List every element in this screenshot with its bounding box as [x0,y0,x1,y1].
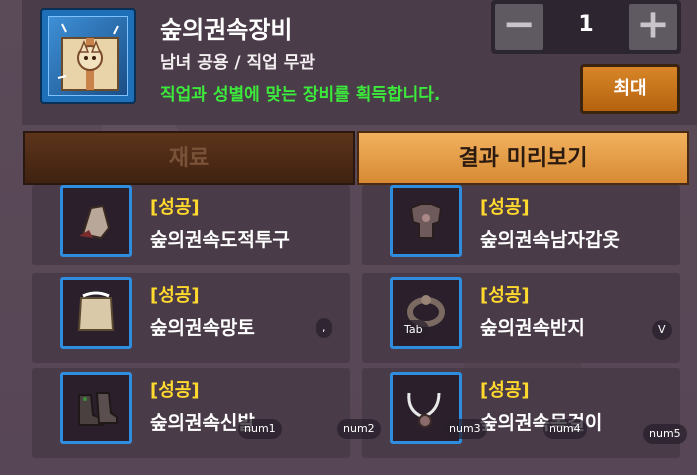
helmet-icon [79,204,111,240]
item-description: 직업과 성별에 맞는 장비를 획득합니다. [160,85,441,105]
key-hint-num4: num4 [543,419,587,439]
quantity-value[interactable]: 1 [547,12,625,37]
tab-result-preview[interactable]: 결과 미리보기 [357,131,689,185]
item-subtitle: 남녀 공용 / 직업 무관 [160,53,316,73]
result-item[interactable]: [성공] 숲의권속망토 [32,273,350,363]
item-slot [390,277,462,349]
max-button[interactable]: 최대 [580,64,680,114]
result-status: [성공] [150,380,200,401]
gift-box-icon [57,23,119,91]
key-hint-comma: , [316,318,332,338]
increase-button[interactable]: + [627,2,679,52]
key-hint-v: V [652,320,672,340]
result-status: [성공] [150,285,200,306]
necklace-icon [407,392,441,428]
item-slot [390,185,462,257]
key-hint-num2: num2 [337,419,381,439]
item-box-icon [40,8,136,104]
cape-icon [77,291,115,331]
result-status: [성공] [480,197,530,218]
item-slot [60,185,132,257]
tab-material[interactable]: 재료 [23,131,355,185]
result-item[interactable]: [성공] 숲의권속도적투구 [32,185,350,265]
item-slot [60,277,132,349]
result-name: 숲의권속남자갑옷 [480,229,620,251]
result-status: [성공] [480,285,530,306]
result-item[interactable]: [성공] 숲의권속남자갑옷 [362,185,680,265]
result-status: [성공] [480,380,530,401]
result-status: [성공] [150,197,200,218]
item-slot [60,372,132,444]
result-name: 숲의권속망토 [150,317,255,339]
result-name: 숲의권속도적투구 [150,229,290,251]
result-item[interactable]: [성공] 숲의권속목걸이 [362,368,680,458]
plus-icon: + [636,1,670,48]
key-hint-tab: Tab [398,320,429,340]
decrease-button[interactable]: − [493,2,545,52]
key-hint-num3: num3 [443,419,487,439]
boots-icon [78,392,118,426]
key-hint-num5: num5 [643,424,687,444]
item-title: 숲의권속장비 [160,16,293,44]
result-item[interactable]: [성공] 숲의권속신발 [32,368,350,458]
armor-icon [409,203,443,239]
result-name: 숲의권속반지 [480,317,585,339]
key-hint-num1: num1 [238,419,282,439]
result-item[interactable]: [성공] 숲의권속반지 [362,273,680,363]
minus-icon: − [502,1,536,48]
quantity-stepper: − 1 + [491,0,681,54]
